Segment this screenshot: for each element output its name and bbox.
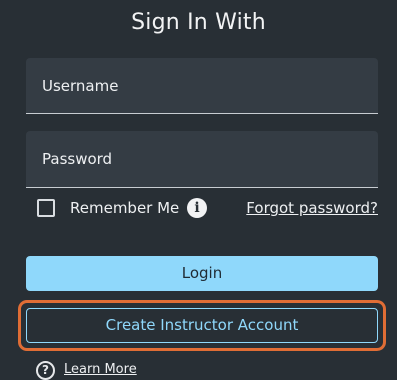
forgot-password-link[interactable]: Forgot password? xyxy=(246,199,378,217)
remember-me-checkbox[interactable] xyxy=(37,199,55,217)
remember-row: Remember Me i Forgot password? xyxy=(37,198,378,220)
page-title: Sign In With xyxy=(131,10,266,35)
learn-more-link[interactable]: Learn More xyxy=(64,362,137,377)
login-button[interactable]: Login xyxy=(26,256,378,291)
username-field[interactable]: Username xyxy=(26,58,378,114)
remember-me-label[interactable]: Remember Me xyxy=(70,199,179,217)
password-field[interactable]: Password xyxy=(26,131,378,188)
learn-more-row: ? Learn More xyxy=(36,360,236,380)
info-icon[interactable]: i xyxy=(187,198,207,218)
help-icon[interactable]: ? xyxy=(36,361,55,380)
password-placeholder: Password xyxy=(42,150,113,168)
create-instructor-account-button[interactable]: Create Instructor Account xyxy=(26,308,378,343)
username-placeholder: Username xyxy=(42,77,119,95)
